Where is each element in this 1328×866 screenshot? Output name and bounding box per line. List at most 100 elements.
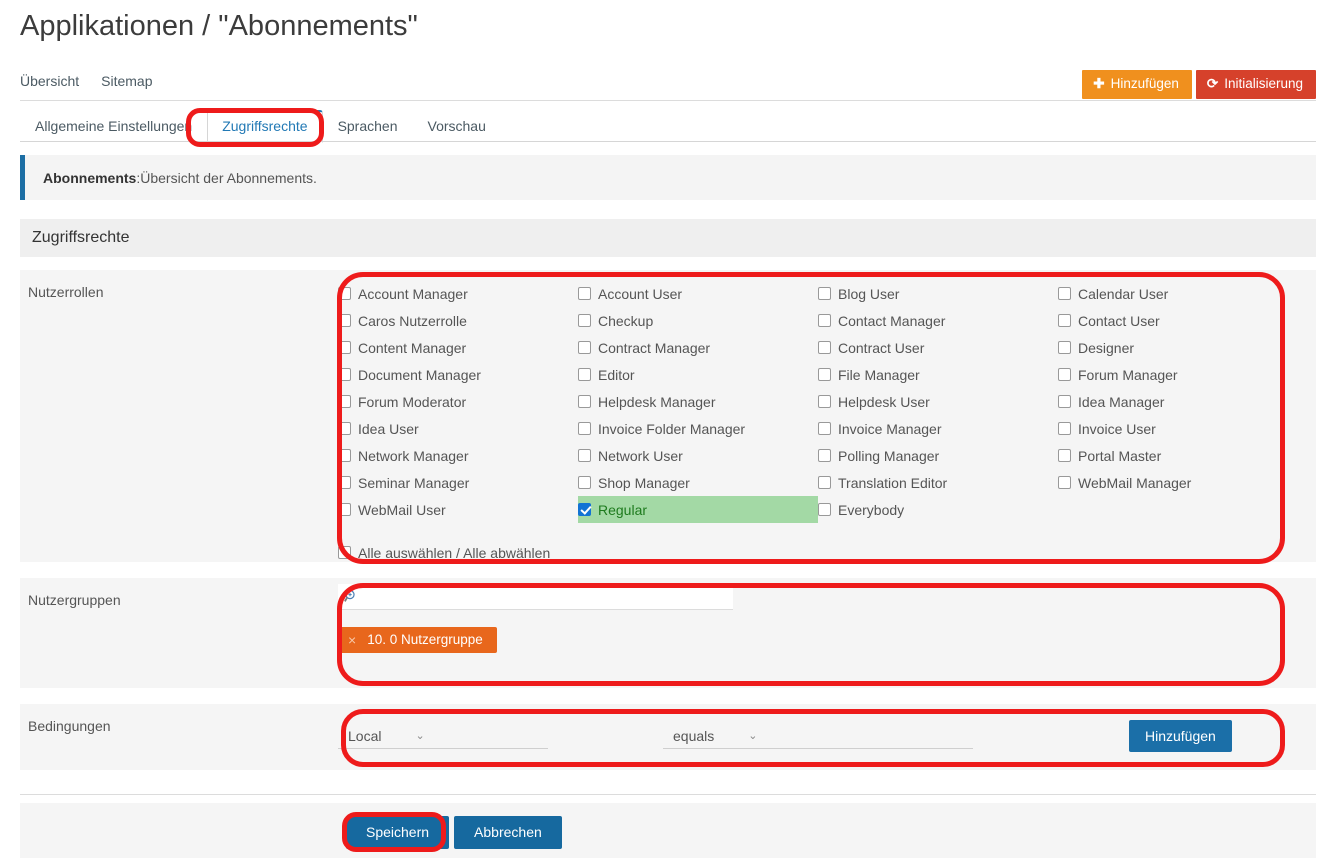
role-checkbox-box[interactable] [1058,287,1071,300]
role-checkbox-item[interactable]: Seminar Manager [338,469,578,496]
role-checkbox-item[interactable]: Document Manager [338,361,578,388]
role-checkbox-box[interactable] [338,314,351,327]
role-checkbox-item[interactable]: Checkup [578,307,818,334]
select-all-checkbox-box[interactable] [338,546,351,559]
cancel-button[interactable]: Abbrechen [454,816,562,849]
role-checkbox-box[interactable] [578,368,591,381]
role-checkbox-box[interactable] [578,314,591,327]
role-checkbox-box[interactable] [1058,368,1071,381]
role-checkbox-box[interactable] [1058,476,1071,489]
condition-operator-select[interactable]: equals ⌄ [663,723,973,749]
role-checkbox-item[interactable]: Idea Manager [1058,388,1298,415]
role-checkbox-box[interactable] [578,395,591,408]
role-checkbox-item[interactable]: Translation Editor [818,469,1058,496]
role-checkbox-box[interactable] [818,395,831,408]
role-checkbox-item[interactable]: Calendar User [1058,280,1298,307]
role-checkbox-item[interactable]: Helpdesk Manager [578,388,818,415]
role-checkbox-item[interactable]: Forum Manager [1058,361,1298,388]
role-checkbox-label: Blog User [838,285,900,302]
role-checkbox-item[interactable]: Polling Manager [818,442,1058,469]
role-checkbox-box[interactable] [1058,422,1071,435]
role-checkbox-item[interactable]: Regular [578,496,818,523]
role-checkbox-item[interactable]: Everybody [818,496,1058,523]
role-checkbox-box[interactable] [818,422,831,435]
role-checkbox-item[interactable]: Shop Manager [578,469,818,496]
role-checkbox-label: Account Manager [358,285,468,302]
tab-allgemeine-einstellungen[interactable]: Allgemeine Einstellungen [20,111,207,142]
role-checkbox-box[interactable] [1058,449,1071,462]
role-checkbox-box[interactable] [818,287,831,300]
role-checkbox-item[interactable]: Network Manager [338,442,578,469]
role-checkbox-box[interactable] [1058,314,1071,327]
role-checkbox-box[interactable] [578,476,591,489]
bedingungen-field: Local ⌄ equals ⌄ Hinzufügen [338,704,1316,770]
role-checkbox-item[interactable]: Invoice Manager [818,415,1058,442]
role-checkbox-box[interactable] [578,449,591,462]
role-checkbox-item[interactable]: Contract User [818,334,1058,361]
nutzergruppen-search-box[interactable] [338,584,733,610]
tab-bar-divider [20,141,1316,142]
role-checkbox-box[interactable] [338,368,351,381]
select-all-roles-checkbox[interactable]: Alle auswählen / Alle abwählen [338,539,1316,566]
role-checkbox-box[interactable] [338,395,351,408]
role-checkbox-label: Editor [598,366,635,383]
topnav-item-sitemap[interactable]: Sitemap [101,73,152,89]
role-checkbox-box[interactable] [578,422,591,435]
nutzergruppe-tag[interactable]: × 10. 0 Nutzergruppe [338,627,497,653]
form-row-nutzergruppen: Nutzergruppen × 10. 0 Nutzergruppe [20,578,1316,688]
nutzergruppen-search-input[interactable] [338,584,733,609]
tab-vorschau[interactable]: Vorschau [413,111,501,142]
tab-zugriffsrechte[interactable]: Zugriffsrechte [207,110,323,143]
role-checkbox-item[interactable]: Network User [578,442,818,469]
tab-sprachen[interactable]: Sprachen [323,111,413,142]
role-checkbox-item[interactable]: Blog User [818,280,1058,307]
role-checkbox-item[interactable]: Forum Moderator [338,388,578,415]
role-checkbox-box[interactable] [338,422,351,435]
role-checkbox-box[interactable] [818,314,831,327]
role-checkbox-box[interactable] [578,503,591,516]
role-checkbox-box[interactable] [338,341,351,354]
role-checkbox-box[interactable] [338,476,351,489]
role-checkbox-item[interactable]: File Manager [818,361,1058,388]
role-checkbox-box[interactable] [578,287,591,300]
role-checkbox-label: Network User [598,447,683,464]
role-checkbox-box[interactable] [338,449,351,462]
role-checkbox-box[interactable] [1058,341,1071,354]
role-checkbox-item[interactable]: Editor [578,361,818,388]
role-checkbox-item[interactable]: Designer [1058,334,1298,361]
role-checkbox-box[interactable] [578,341,591,354]
save-button[interactable]: Speichern [346,816,450,849]
topnav-item-uebersicht[interactable]: Übersicht [20,73,79,89]
role-checkbox-item[interactable]: WebMail User [338,496,578,523]
role-checkbox-item[interactable]: WebMail Manager [1058,469,1298,496]
role-checkbox-item[interactable]: Caros Nutzerrolle [338,307,578,334]
role-checkbox-box[interactable] [338,287,351,300]
role-checkbox-item[interactable]: Contract Manager [578,334,818,361]
role-checkbox-box[interactable] [818,476,831,489]
role-checkbox-box[interactable] [338,503,351,516]
role-checkbox-item[interactable]: Invoice User [1058,415,1298,442]
initialize-button[interactable]: ⟳ Initialisierung [1195,70,1316,99]
nutzerrollen-label: Nutzerrollen [28,284,104,300]
role-checkbox-box[interactable] [1058,395,1071,408]
add-button-label: Hinzufügen [1110,76,1179,91]
role-checkbox-box[interactable] [818,449,831,462]
add-button[interactable]: ✚ Hinzufügen [1082,70,1192,99]
role-checkbox-box[interactable] [818,503,831,516]
role-checkbox-item[interactable]: Portal Master [1058,442,1298,469]
role-checkbox-item[interactable]: Account User [578,280,818,307]
role-checkbox-item[interactable]: Idea User [338,415,578,442]
role-checkbox-item[interactable]: Helpdesk User [818,388,1058,415]
remove-tag-icon[interactable]: × [348,633,356,647]
role-checkbox-box[interactable] [818,368,831,381]
role-checkbox-box[interactable] [818,341,831,354]
condition-add-button[interactable]: Hinzufügen [1129,720,1232,752]
role-checkbox-item[interactable]: Account Manager [338,280,578,307]
role-checkbox-item[interactable]: Contact User [1058,307,1298,334]
role-checkbox-item[interactable]: Content Manager [338,334,578,361]
role-checkbox-item[interactable]: Invoice Folder Manager [578,415,818,442]
role-checkbox-item[interactable]: Contact Manager [818,307,1058,334]
role-checkbox-label: Content Manager [358,339,467,356]
condition-field-select[interactable]: Local ⌄ [338,723,548,749]
initialize-button-label: Initialisierung [1224,76,1303,91]
